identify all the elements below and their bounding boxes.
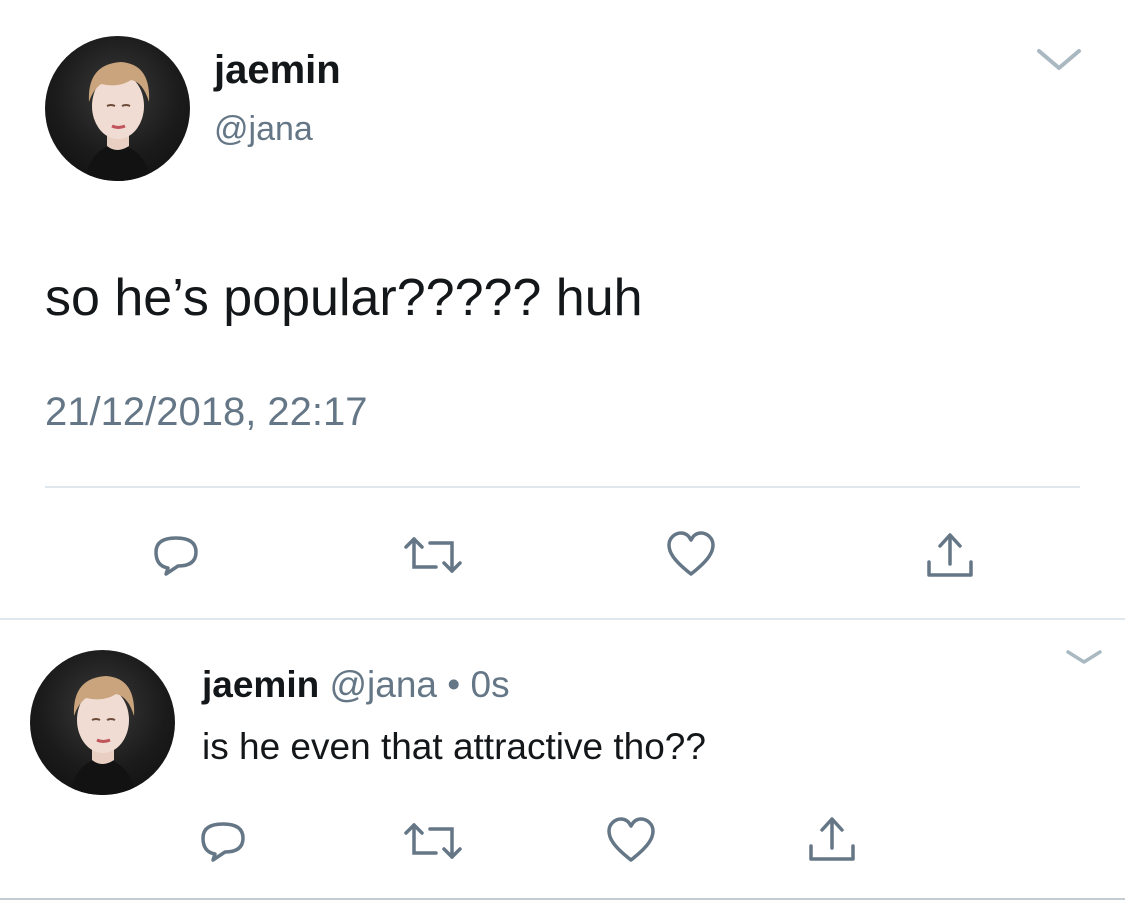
separator-dot: • xyxy=(447,664,461,705)
share-icon[interactable] xyxy=(806,814,858,864)
reply-time: 0s xyxy=(470,664,510,705)
reply-display-name[interactable]: jaemin xyxy=(202,664,319,705)
section-divider xyxy=(0,618,1125,620)
chevron-down-icon[interactable] xyxy=(1064,646,1104,668)
bottom-divider xyxy=(0,898,1125,900)
reply-icon[interactable] xyxy=(197,818,249,864)
reply-icon[interactable] xyxy=(150,532,202,578)
main-timestamp: 21/12/2018, 22:17 xyxy=(45,390,368,434)
reply-tweet-text: is he even that attractive tho?? xyxy=(202,726,706,767)
reply-header: jaemin @jana • 0s xyxy=(202,664,510,706)
avatar-photo xyxy=(85,62,151,181)
retweet-icon[interactable] xyxy=(402,819,464,863)
chevron-down-icon[interactable] xyxy=(1034,46,1084,74)
like-icon[interactable] xyxy=(665,530,717,578)
main-avatar[interactable] xyxy=(45,36,190,181)
share-icon[interactable] xyxy=(924,530,976,580)
retweet-icon[interactable] xyxy=(402,533,464,577)
like-icon[interactable] xyxy=(605,816,657,864)
main-handle[interactable]: @jana xyxy=(214,110,313,149)
main-display-name[interactable]: jaemin xyxy=(214,48,341,93)
reply-avatar[interactable] xyxy=(30,650,175,795)
main-tweet-text: so he’s popular????? huh xyxy=(45,269,643,327)
reply-handle[interactable]: @jana xyxy=(330,664,438,705)
avatar-photo xyxy=(70,676,136,795)
divider xyxy=(45,486,1080,488)
